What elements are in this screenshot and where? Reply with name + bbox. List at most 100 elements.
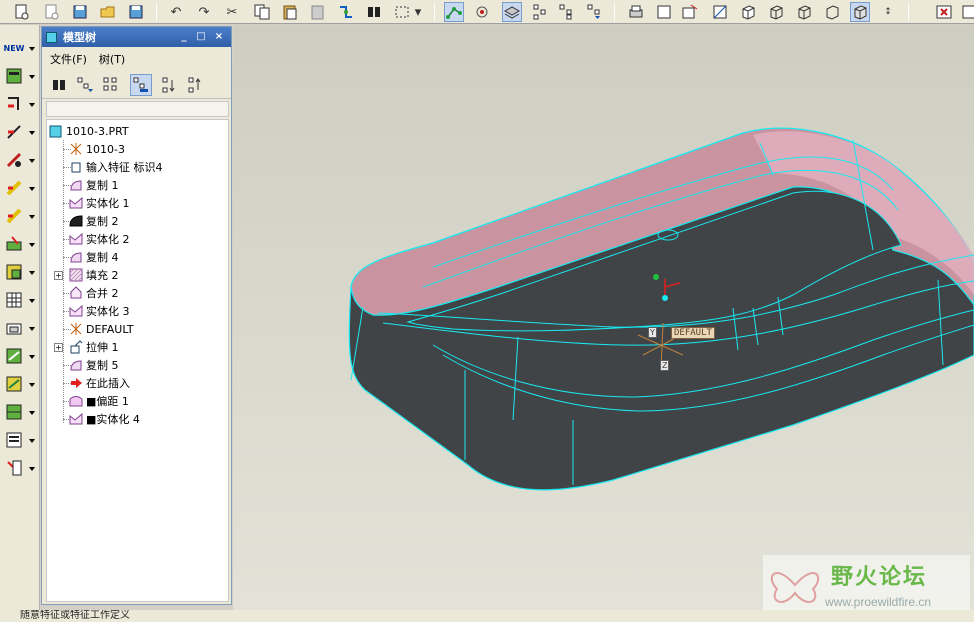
tree-node-solidify4[interactable]: ■实体化 4 xyxy=(69,410,140,428)
orient-icon[interactable] xyxy=(710,2,730,22)
minimize-button[interactable]: _ xyxy=(177,30,191,44)
chamfer-tool-icon[interactable] xyxy=(3,121,25,143)
open-folder-icon[interactable] xyxy=(98,2,118,22)
select-box-icon[interactable] xyxy=(392,2,412,22)
import-feature-icon xyxy=(69,160,83,174)
tree-node-copy4[interactable]: 复制 4 xyxy=(69,248,119,266)
mirror-tool-icon[interactable] xyxy=(3,289,25,311)
merge-tool-icon[interactable] xyxy=(3,317,25,339)
watermark-url: www.proewildfire.cn xyxy=(825,595,932,609)
save-as-icon[interactable] xyxy=(70,2,90,22)
open-file-icon[interactable] xyxy=(42,2,62,22)
tree-node-copy2[interactable]: 复制 2 xyxy=(69,212,119,230)
tree-node-extrude1[interactable]: 拉伸 1 xyxy=(69,338,119,356)
hole-tool-icon[interactable] xyxy=(3,149,25,171)
copy-icon[interactable] xyxy=(252,2,272,22)
wireframe-icon[interactable] xyxy=(822,2,842,22)
show-features-icon[interactable] xyxy=(130,74,152,96)
paste-icon[interactable] xyxy=(280,2,300,22)
round-tool-icon[interactable] xyxy=(3,93,25,115)
tree-node-solidify2[interactable]: 实体化 2 xyxy=(69,230,130,248)
save-icon[interactable] xyxy=(126,2,146,22)
feature-window-icon[interactable] xyxy=(3,65,25,87)
tree-node-label: ■实体化 4 xyxy=(86,413,140,426)
undo-icon[interactable]: ↶ xyxy=(166,2,186,22)
csys-label: DEFAULT xyxy=(671,327,715,339)
tree-node-label: 拉伸 1 xyxy=(86,341,119,354)
menu-file[interactable]: 文件(F) xyxy=(50,51,87,67)
regenerate-icon[interactable] xyxy=(336,2,356,22)
shade-cube-icon[interactable] xyxy=(738,2,758,22)
tree-body: 1010-3.PRT 1010-3 输入特征 标识4 复制 1 实体化 1 复制… xyxy=(46,119,229,602)
datum-axis-icon[interactable] xyxy=(444,2,464,22)
model-tree-title: 模型树 xyxy=(63,31,96,44)
tree-filter-icon[interactable] xyxy=(74,74,96,96)
select-dropdown-icon[interactable]: ▾ xyxy=(412,2,424,22)
tree-node-default[interactable]: DEFAULT xyxy=(69,320,134,338)
extend-tool-icon[interactable] xyxy=(3,373,25,395)
window-icon[interactable] xyxy=(958,2,974,22)
cut-icon[interactable]: ✂ xyxy=(222,2,242,22)
shaded-icon[interactable] xyxy=(850,2,870,22)
tree-node-label: 实体化 1 xyxy=(86,197,130,210)
tree-columns-icon[interactable] xyxy=(100,74,122,96)
tree-columns-icon[interactable] xyxy=(556,2,576,22)
tree-node-label: 1010-3 xyxy=(86,142,125,156)
feature-toolbar: NEW xyxy=(0,25,40,610)
solidify-icon xyxy=(69,232,83,246)
tree-node-import[interactable]: 输入特征 标识4 xyxy=(69,158,163,176)
rib-tool-icon[interactable] xyxy=(3,205,25,227)
model-tree-icon[interactable] xyxy=(530,2,550,22)
tree-node-offset1[interactable]: ■偏距 1 xyxy=(69,392,129,410)
close-window-icon[interactable] xyxy=(934,2,954,22)
trim-tool-icon[interactable] xyxy=(3,345,25,367)
solidify-tool-icon[interactable] xyxy=(3,457,25,479)
thicken-tool-icon[interactable] xyxy=(3,429,25,451)
solidify-icon xyxy=(69,412,83,426)
new-file-icon[interactable] xyxy=(12,2,32,22)
model-tree-toolbar xyxy=(42,71,231,99)
render-icon[interactable] xyxy=(654,2,674,22)
find-icon[interactable] xyxy=(48,74,70,96)
tree-node-insert-here[interactable]: 在此插入 xyxy=(69,374,130,392)
new-feature-icon[interactable]: NEW xyxy=(3,37,25,59)
print-icon[interactable] xyxy=(626,2,646,22)
tree-node-label: 输入特征 标识4 xyxy=(86,161,163,174)
tree-node-merge2[interactable]: 合并 2 xyxy=(69,284,119,302)
copy-icon xyxy=(69,250,83,264)
close-button[interactable]: × xyxy=(212,30,226,44)
offset-tool-icon[interactable] xyxy=(3,401,25,423)
tree-node-label: 实体化 3 xyxy=(86,305,130,318)
collapse-all-icon[interactable] xyxy=(184,74,206,96)
find-icon[interactable] xyxy=(364,2,384,22)
paste-special-icon[interactable] xyxy=(308,2,328,22)
tree-node-root[interactable]: 1010-3.PRT xyxy=(49,122,129,140)
datum-point-icon[interactable] xyxy=(472,2,492,22)
maximize-button[interactable]: □ xyxy=(194,30,208,44)
tree-filter-icon[interactable] xyxy=(584,2,604,22)
tree-node-solidify1[interactable]: 实体化 1 xyxy=(69,194,130,212)
status-message: 随意特征或特征工作定义 xyxy=(20,610,130,621)
layers-icon[interactable] xyxy=(502,2,522,22)
tree-node-fill2[interactable]: 填充 2 xyxy=(69,266,119,284)
tree-node-csys[interactable]: 1010-3 xyxy=(69,140,125,158)
axis-z-label: Z xyxy=(660,360,670,371)
hidden-line-icon[interactable] xyxy=(766,2,786,22)
tree-node-copy5[interactable]: 复制 5 xyxy=(69,356,119,374)
expand-toggle[interactable]: + xyxy=(54,271,63,280)
pattern-tool-icon[interactable] xyxy=(3,261,25,283)
expand-toggle[interactable]: + xyxy=(54,343,63,352)
draft-tool-icon[interactable] xyxy=(3,233,25,255)
redo-icon[interactable]: ↷ xyxy=(194,2,214,22)
status-bar: 随意特征或特征工作定义 xyxy=(0,610,974,622)
shell-tool-icon[interactable] xyxy=(3,177,25,199)
graphics-viewport[interactable]: DEFAULT Y Z xyxy=(233,25,974,610)
spin-center-icon[interactable]: ↕ xyxy=(878,2,898,22)
expand-all-icon[interactable] xyxy=(158,74,180,96)
view-manager-icon[interactable] xyxy=(680,2,700,22)
tree-node-solidify3[interactable]: 实体化 3 xyxy=(69,302,130,320)
tree-node-label: 复制 4 xyxy=(86,251,119,264)
tree-node-copy1[interactable]: 复制 1 xyxy=(69,176,119,194)
no-hidden-icon[interactable] xyxy=(794,2,814,22)
menu-tree[interactable]: 树(T) xyxy=(99,51,125,67)
